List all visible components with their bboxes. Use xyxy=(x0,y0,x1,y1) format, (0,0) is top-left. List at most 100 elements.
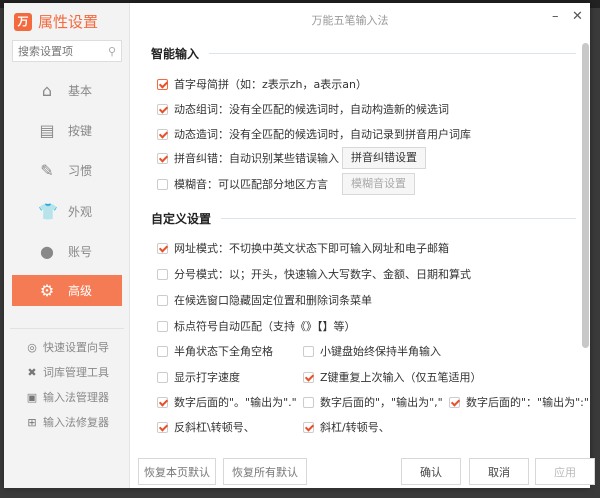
tool-ime-manager[interactable]: ▣ 输入法管理器 xyxy=(26,389,109,405)
option-z-repeat[interactable]: Z键重复上次输入（仅五笔适用） xyxy=(303,369,482,385)
option-backslash-to-dunhao[interactable]: 反斜杠\转顿号、 xyxy=(157,419,255,435)
sidebar-item-habits[interactable]: ✎ 习惯 xyxy=(12,155,122,186)
option-fullwidth-space[interactable]: 半角状态下全角空格 xyxy=(157,343,273,359)
repair-icon: ⊞ xyxy=(27,415,37,429)
option-label: 在候选窗口隐藏固定位置和删除词条菜单 xyxy=(174,294,372,307)
option-dynamic-create[interactable]: 动态造词：没有全匹配的候选词时，自动记录到拼音用户词库 xyxy=(157,126,471,142)
checkbox[interactable] xyxy=(449,396,460,408)
sidebar-item-keys[interactable]: ▤ 按键 xyxy=(12,115,122,146)
option-semicolon-mode[interactable]: 分号模式：以；开头，快速输入大写数字、金额、日期和算式 xyxy=(157,266,471,282)
scrollbar[interactable] xyxy=(582,43,589,348)
option-hide-menu[interactable]: 在候选窗口隐藏固定位置和删除词条菜单 xyxy=(157,292,372,308)
checkbox[interactable] xyxy=(157,242,168,254)
option-period-after-digit[interactable]: 数字后面的"。"输出为"." xyxy=(157,394,297,410)
tool-ime-repair[interactable]: ⊞ 输入法修复器 xyxy=(26,414,109,430)
checkbox[interactable] xyxy=(157,396,168,408)
option-label: 数字后面的"，"输出为"," xyxy=(320,396,443,409)
tool-label: 输入法修复器 xyxy=(43,416,109,429)
sidebar-item-appearance[interactable]: 👕 外观 xyxy=(12,196,122,227)
option-label: 数字后面的"："输出为":" xyxy=(466,396,589,409)
list-icon: ▣ xyxy=(26,390,38,404)
option-label: Z键重复上次输入（仅五笔适用） xyxy=(320,371,482,384)
keyboard-icon: ▤ xyxy=(39,121,55,140)
sidebar-item-basic[interactable]: ⌂ 基本 xyxy=(12,75,122,106)
checkbox[interactable] xyxy=(157,78,168,90)
divider xyxy=(209,53,576,54)
tool-label: 输入法管理器 xyxy=(43,391,109,404)
fuzzy-pinyin-settings-button[interactable]: 模糊音设置 xyxy=(342,173,415,195)
tool-label: 快速设置向导 xyxy=(43,341,109,354)
checkbox[interactable] xyxy=(157,294,168,306)
option-dynamic-compose[interactable]: 动态组词：没有全匹配的候选词时，自动构造新的候选词 xyxy=(157,101,449,117)
checkbox[interactable] xyxy=(157,421,168,433)
option-fuzzy-pinyin[interactable]: 模糊音：可以匹配部分地区方言 模糊音设置 xyxy=(157,173,415,195)
divider xyxy=(10,328,124,329)
checkbox[interactable] xyxy=(303,421,314,433)
apply-button[interactable]: 应用 xyxy=(535,458,595,485)
pinyin-correction-settings-button[interactable]: 拼音纠错设置 xyxy=(342,147,426,169)
option-typing-speed[interactable]: 显示打字速度 xyxy=(157,369,240,385)
checkbox[interactable] xyxy=(157,345,168,357)
window-title: 万能五笔输入法 xyxy=(311,14,389,27)
sidebar-item-advanced[interactable]: ⚙ 高级 xyxy=(12,275,122,306)
sidebar-item-label: 账号 xyxy=(68,245,93,259)
shirt-icon: 👕 xyxy=(38,202,58,221)
checkbox[interactable] xyxy=(157,320,168,332)
option-label: 反斜杠\转顿号、 xyxy=(174,421,255,434)
option-label: 显示打字速度 xyxy=(174,371,240,384)
reset-page-button[interactable]: 恢复本页默认 xyxy=(138,458,216,485)
option-label: 分号模式：以；开头，快速输入大写数字、金额、日期和算式 xyxy=(174,268,471,281)
settings-dialog: 万 属性设置 ⚲ ⌂ 基本 ▤ 按键 ✎ 习惯 👕 外观 ● 账号 ⚙ 高级 ◎ 快速设置向导… xyxy=(4,3,595,488)
option-initial-abbrev[interactable]: 首字母简拼（如：z表示zh，a表示an） xyxy=(157,76,367,92)
option-pinyin-correction[interactable]: 拼音纠错：自动识别某些错误输入 拼音纠错设置 xyxy=(157,147,426,169)
option-label: 半角状态下全角空格 xyxy=(174,345,273,358)
option-punct-match[interactable]: 标点符号自动匹配（支持《》【】等） xyxy=(157,318,356,334)
search-icon[interactable]: ⚲ xyxy=(108,45,116,58)
pencil-icon: ✎ xyxy=(40,161,54,180)
close-button[interactable]: ✕ xyxy=(572,9,583,24)
checkbox[interactable] xyxy=(303,371,314,383)
checkbox[interactable] xyxy=(157,178,168,190)
tools-icon: ✖ xyxy=(27,365,37,379)
checkbox[interactable] xyxy=(157,371,168,383)
compass-icon: ◎ xyxy=(27,340,37,354)
gear-icon: ⚙ xyxy=(39,281,55,300)
checkbox[interactable] xyxy=(157,128,168,140)
sidebar-title: 属性设置 xyxy=(38,13,99,31)
reset-all-button[interactable]: 恢复所有默认 xyxy=(223,458,307,485)
checkbox[interactable] xyxy=(157,268,168,280)
sidebar: 万 属性设置 ⚲ ⌂ 基本 ▤ 按键 ✎ 习惯 👕 外观 ● 账号 ⚙ 高级 ◎ 快速设置向导… xyxy=(4,3,130,488)
option-comma-after-digit[interactable]: 数字后面的"，"输出为"," xyxy=(303,394,443,410)
sidebar-item-label: 习惯 xyxy=(68,164,93,178)
checkbox[interactable] xyxy=(157,152,168,164)
search-box[interactable]: ⚲ xyxy=(12,40,122,62)
tool-quick-setup[interactable]: ◎ 快速设置向导 xyxy=(26,339,109,355)
tool-dictionary[interactable]: ✖ 词库管理工具 xyxy=(26,364,109,380)
option-numpad-halfwidth[interactable]: 小键盘始终保持半角输入 xyxy=(303,343,441,359)
option-label: 首字母简拼（如：z表示zh，a表示an） xyxy=(174,78,367,91)
checkbox[interactable] xyxy=(157,103,168,115)
option-label: 模糊音：可以匹配部分地区方言 xyxy=(174,178,328,191)
ok-button[interactable]: 确认 xyxy=(401,458,461,485)
checkbox[interactable] xyxy=(303,345,314,357)
option-label: 动态组词：没有全匹配的候选词时，自动构造新的候选词 xyxy=(174,103,449,116)
option-colon-after-digit[interactable]: 数字后面的"："输出为":" xyxy=(449,394,589,410)
option-label: 动态造词：没有全匹配的候选词时，自动记录到拼音用户词库 xyxy=(174,128,471,141)
cancel-button[interactable]: 取消 xyxy=(469,458,529,485)
minimize-button[interactable]: – xyxy=(552,9,559,24)
option-label: 标点符号自动匹配（支持《》【】等） xyxy=(174,320,356,333)
section-smart-input: 智能输入 xyxy=(151,45,576,62)
option-slash-to-dunhao[interactable]: 斜杠/转顿号、 xyxy=(303,419,390,435)
user-icon: ● xyxy=(40,242,54,261)
search-input[interactable] xyxy=(18,44,98,58)
section-heading: 自定义设置 xyxy=(151,212,212,226)
option-label: 数字后面的"。"输出为"." xyxy=(174,396,297,409)
option-url-mode[interactable]: 网址模式：不切换中英文状态下即可输入网址和电子邮箱 xyxy=(157,240,449,256)
section-custom: 自定义设置 xyxy=(151,210,576,227)
section-heading: 智能输入 xyxy=(151,47,200,61)
sidebar-item-account[interactable]: ● 账号 xyxy=(12,236,122,267)
footer-bar: 恢复本页默认 恢复所有默认 确认 取消 应用 xyxy=(130,451,595,488)
checkbox[interactable] xyxy=(303,396,314,408)
option-label: 拼音纠错：自动识别某些错误输入 xyxy=(174,152,339,165)
option-label: 小键盘始终保持半角输入 xyxy=(320,345,441,358)
